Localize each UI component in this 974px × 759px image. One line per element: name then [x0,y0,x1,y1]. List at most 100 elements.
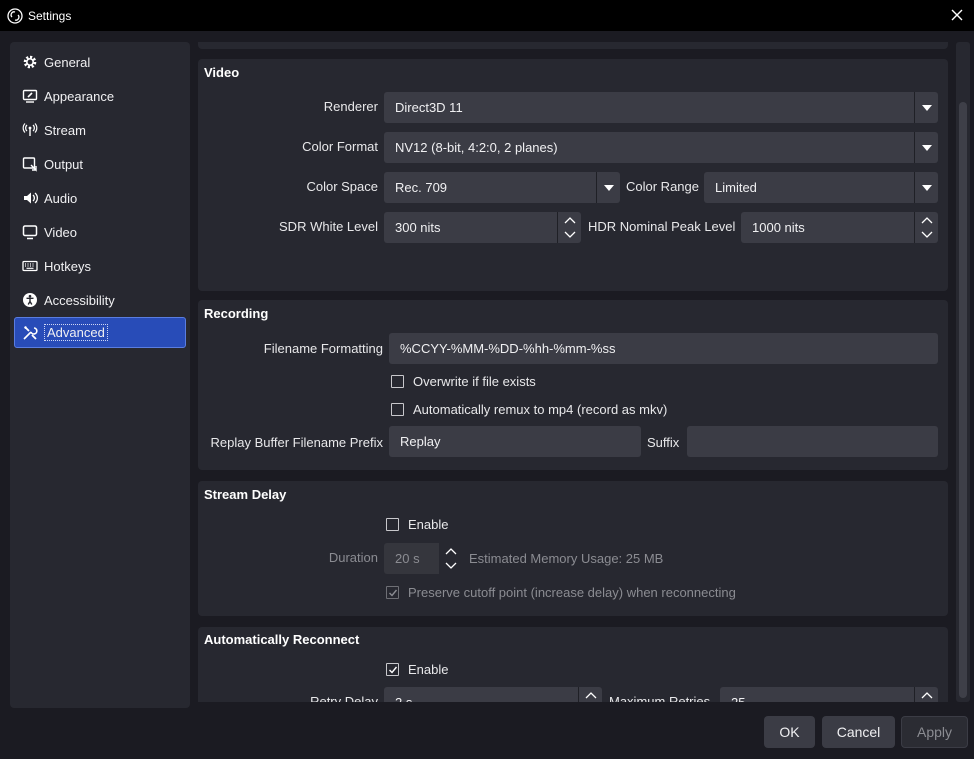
stream-delay-group-title: Stream Delay [204,487,287,502]
max-retries-spinbox[interactable]: 25 [720,687,938,702]
content-scrollbar[interactable] [956,42,970,702]
color-format-value: NV12 (8-bit, 4:2:0, 2 planes) [395,140,558,155]
renderer-value: Direct3D 11 [395,100,463,115]
window-title: Settings [28,9,72,23]
checkbox-box[interactable] [386,586,399,599]
spin-buttons[interactable] [914,212,938,243]
max-retries-label: Maximum Retries [609,694,711,702]
chevron-up-icon[interactable] [564,216,576,226]
cancel-button[interactable]: Cancel [822,716,895,748]
obs-logo-icon [7,8,23,24]
video-group-title: Video [204,65,240,80]
stream-delay-enable-checkbox[interactable]: Enable [386,517,448,532]
chevron-down-icon[interactable] [445,560,457,570]
sidebar-item-label: Accessibility [44,292,115,308]
checkbox-box[interactable] [391,403,404,416]
monitor-icon [22,225,38,240]
previous-group-edge [198,42,948,49]
chevron-down-icon [914,132,938,163]
spin-buttons[interactable] [914,687,938,702]
reconnect-enable-checkbox[interactable]: Enable [386,662,448,677]
sidebar-item-appearance[interactable]: Appearance [10,79,190,113]
appearance-icon [22,89,38,103]
chevron-down-icon[interactable] [921,229,933,239]
renderer-label: Renderer [323,99,378,114]
color-format-select[interactable]: NV12 (8-bit, 4:2:0, 2 planes) [384,132,938,163]
duration-label: Duration [328,550,378,565]
close-icon[interactable] [948,6,966,24]
auto-reconnect-group-title: Automatically Reconnect [204,632,360,647]
overwrite-checkbox[interactable]: Overwrite if file exists [391,374,536,389]
sidebar-item-label: General [44,54,91,70]
spin-buttons[interactable] [439,543,463,574]
chevron-up-icon[interactable] [445,547,457,557]
ok-button[interactable]: OK [764,716,815,748]
settings-content: Video Renderer Direct3D 11 Color Format … [198,42,948,702]
color-range-select[interactable]: Limited [704,172,938,203]
checkmark-icon [389,666,398,674]
chevron-up-icon[interactable] [921,691,933,701]
auto-reconnect-group: Automatically Reconnect Enable Retry Del… [198,627,948,702]
settings-sidebar: General Appearance Stream Output Audio V… [10,42,190,708]
chevron-down-icon[interactable] [564,229,576,239]
duration-spinbox[interactable]: 20 s [384,543,463,574]
hdr-peak-level-value: 1000 nits [752,220,805,235]
color-format-label: Color Format [302,139,378,154]
sidebar-item-video[interactable]: Video [10,215,190,249]
suffix-input[interactable] [687,426,938,457]
gear-icon [23,55,37,69]
duration-value: 20 s [395,551,420,566]
reconnect-enable-label: Enable [408,662,449,677]
sidebar-item-label: Appearance [44,88,115,104]
preserve-cutoff-label: Preserve cutoff point (increase delay) w… [408,585,736,600]
chevron-up-icon[interactable] [585,691,597,701]
chevron-up-icon[interactable] [921,216,933,226]
remux-checkbox[interactable]: Automatically remux to mp4 (record as mk… [391,402,667,417]
renderer-select[interactable]: Direct3D 11 [384,92,938,123]
replay-prefix-value: Replay [400,434,441,449]
hdr-peak-level-label: HDR Nominal Peak Level [588,219,736,234]
retry-delay-label: Retry Delay [310,694,378,702]
retry-delay-value: 2 s [395,695,412,702]
speaker-icon [24,192,38,204]
sidebar-item-hotkeys[interactable]: Hotkeys [10,249,190,283]
scrollbar-thumb[interactable] [959,102,967,698]
color-space-value: Rec. 709 [395,180,448,195]
filename-formatting-input[interactable]: %CCYY-%MM-%DD-%hh-%mm-%ss [389,333,938,364]
sidebar-item-audio[interactable]: Audio [10,181,190,215]
sidebar-item-label: Output [44,156,84,172]
checkbox-box[interactable] [386,663,399,676]
memory-usage-text: Estimated Memory Usage: 25 MB [469,551,664,566]
retry-delay-spinbox[interactable]: 2 s [384,687,602,702]
sidebar-item-general[interactable]: General [10,45,190,79]
suffix-label: Suffix [647,435,680,450]
sidebar-item-accessibility[interactable]: Accessibility [10,283,190,317]
chevron-down-icon [914,172,938,203]
sidebar-item-output[interactable]: Output [10,147,190,181]
sidebar-item-label: Stream [44,122,86,138]
sidebar-item-label: Advanced [44,324,108,341]
color-space-label: Color Space [306,179,378,194]
remux-label: Automatically remux to mp4 (record as mk… [413,402,668,417]
apply-button[interactable]: Apply [901,716,968,748]
max-retries-value: 25 [731,695,745,702]
replay-prefix-input[interactable]: Replay [389,426,641,457]
tools-icon [23,325,38,340]
hdr-peak-level-spinbox[interactable]: 1000 nits [741,212,938,243]
sidebar-item-label: Hotkeys [44,258,91,274]
sdr-white-level-label: SDR White Level [279,219,378,234]
spin-buttons[interactable] [557,212,581,243]
sdr-white-level-spinbox[interactable]: 300 nits [384,212,581,243]
filename-formatting-value: %CCYY-%MM-%DD-%hh-%mm-%ss [400,341,616,356]
color-space-select[interactable]: Rec. 709 [384,172,620,203]
preserve-cutoff-checkbox[interactable]: Preserve cutoff point (increase delay) w… [386,585,736,600]
spin-buttons[interactable] [578,687,602,702]
accessibility-icon [23,293,37,307]
sidebar-item-advanced[interactable]: Advanced [14,317,186,348]
sidebar-item-stream[interactable]: Stream [10,113,190,147]
checkbox-box[interactable] [391,375,404,388]
color-range-label: Color Range [626,179,699,194]
sidebar-item-label: Video [44,224,78,240]
checkbox-box[interactable] [386,518,399,531]
color-range-value: Limited [715,180,757,195]
